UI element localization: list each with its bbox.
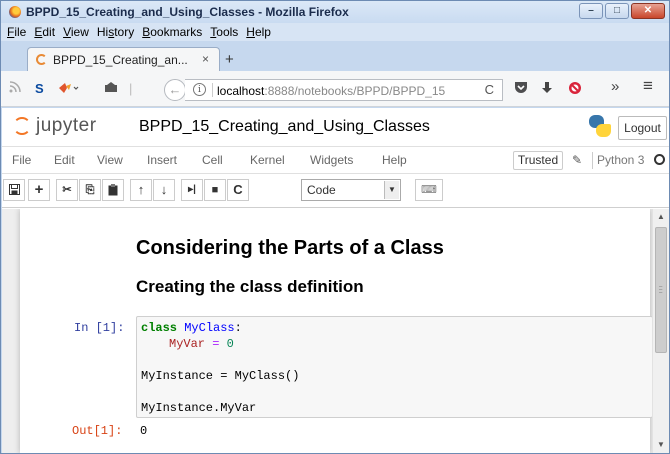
- tab-close-icon[interactable]: ×: [202, 52, 209, 66]
- menu-edit[interactable]: Edit: [34, 23, 55, 41]
- menu-history[interactable]: History: [97, 23, 134, 41]
- close-icon: ✕: [643, 5, 653, 16]
- output-prompt: Out[1]:: [72, 424, 123, 438]
- code-line-1: class MyClass:: [141, 321, 242, 335]
- notebook-area: Considering the Parts of a Class Creatin…: [2, 209, 669, 453]
- rss-icon[interactable]: [9, 81, 21, 97]
- pocket-icon[interactable]: [514, 81, 528, 98]
- copy-button[interactable]: ⎘: [79, 179, 101, 201]
- dropdown-arrow-icon: ▼: [384, 181, 399, 199]
- jmenu-cell[interactable]: Cell: [202, 153, 223, 167]
- cell-output: 0: [140, 424, 148, 438]
- navigation-bar: S | ← i localhost:8888/notebooks/BPPD/BP…: [1, 71, 669, 107]
- menu-view[interactable]: View: [63, 23, 89, 41]
- menu-file[interactable]: File: [7, 23, 26, 41]
- url-separator: [212, 83, 213, 97]
- code-line-2: MyVar = 0: [169, 337, 234, 351]
- block-icon[interactable]: [568, 81, 582, 99]
- window-controls: – □ ✕: [579, 3, 665, 19]
- inbox-icon[interactable]: [104, 81, 118, 97]
- firefox-window: BPPD_15_Creating_and_Using_Classes - Moz…: [0, 0, 670, 454]
- logout-button[interactable]: Logout: [618, 116, 667, 140]
- jmenu-help[interactable]: Help: [382, 153, 407, 167]
- scroll-up-icon[interactable]: ▲: [653, 209, 669, 225]
- code-cell-input[interactable]: class MyClass: MyVar = 0 MyInstance = My…: [136, 316, 653, 418]
- jmenu-widgets[interactable]: Widgets: [310, 153, 353, 167]
- kernel-status-icon: [654, 154, 665, 165]
- paste-button[interactable]: [102, 179, 124, 201]
- maximize-button[interactable]: □: [605, 3, 629, 19]
- save-button[interactable]: [3, 179, 25, 201]
- loading-spinner-icon: [36, 54, 47, 65]
- firefox-logo-icon: [9, 6, 21, 18]
- minimize-button[interactable]: –: [579, 3, 603, 19]
- url-bar[interactable]: i localhost:8888/notebooks/BPPD/BPPD_15 …: [185, 79, 503, 101]
- markdown-heading-2: Creating the class definition: [136, 277, 364, 296]
- maximize-icon: □: [613, 5, 621, 16]
- pencil-icon[interactable]: ✎: [572, 153, 582, 167]
- new-tab-button[interactable]: +: [225, 52, 234, 67]
- menu-bookmarks[interactable]: Bookmarks: [142, 23, 202, 41]
- insert-cell-button[interactable]: +: [28, 179, 50, 201]
- stop-button[interactable]: ■: [204, 179, 226, 201]
- browser-menu-bar: File Edit View History Bookmarks Tools H…: [1, 23, 669, 41]
- jupyter-toolbar: + ✂ ⎘ ↑ ↓ ▸| ■ C Code ▼ ⌨: [2, 174, 669, 208]
- minimize-icon: –: [588, 5, 594, 16]
- separator: |: [129, 81, 133, 96]
- cut-button[interactable]: ✂: [56, 179, 78, 201]
- scrollbar-grip-icon: – – –: [659, 284, 663, 296]
- info-icon[interactable]: i: [193, 83, 206, 96]
- overflow-icon[interactable]: »: [611, 79, 619, 95]
- title-bar: BPPD_15_Creating_and_Using_Classes - Moz…: [1, 1, 669, 23]
- jmenu-kernel[interactable]: Kernel: [250, 153, 285, 167]
- jupyter-logo-icon[interactable]: [13, 117, 31, 135]
- run-button[interactable]: ▸|: [181, 179, 203, 201]
- jupyter-header: jupyter BPPD_15_Creating_and_Using_Class…: [2, 108, 669, 146]
- notebook-container: Considering the Parts of a Class Creatin…: [20, 209, 653, 453]
- cell-type-select[interactable]: Code ▼: [301, 179, 401, 201]
- input-prompt: In [1]:: [74, 321, 125, 335]
- move-up-button[interactable]: ↑: [130, 179, 152, 201]
- vertical-scrollbar[interactable]: ▲ – – – ▼: [652, 209, 669, 453]
- scrollbar-thumb[interactable]: – – –: [655, 227, 667, 353]
- menu-tools[interactable]: Tools: [210, 23, 238, 41]
- back-button[interactable]: ←: [164, 79, 186, 101]
- window-title: BPPD_15_Creating_and_Using_Classes - Moz…: [26, 5, 349, 19]
- close-window-button[interactable]: ✕: [631, 3, 665, 19]
- download-icon[interactable]: [541, 81, 553, 99]
- kernel-separator: [592, 152, 593, 169]
- scroll-down-icon[interactable]: ▼: [653, 437, 669, 453]
- jupyter-logo-text[interactable]: jupyter: [36, 115, 97, 137]
- code-line-4: MyInstance.MyVar: [141, 401, 257, 415]
- addon-icon[interactable]: [57, 81, 79, 99]
- jupyter-menu-bar: File Edit View Insert Cell Kernel Widget…: [2, 146, 669, 174]
- tab-title: BPPD_15_Creating_an...: [53, 53, 188, 67]
- jmenu-insert[interactable]: Insert: [147, 153, 177, 167]
- reload-icon[interactable]: C: [485, 82, 494, 97]
- jmenu-view[interactable]: View: [97, 153, 123, 167]
- url-text: localhost:8888/notebooks/BPPD/BPPD_15: [217, 84, 446, 98]
- markdown-heading-1: Considering the Parts of a Class: [136, 237, 444, 259]
- kernel-name: Python 3: [597, 153, 645, 167]
- hamburger-menu-icon[interactable]: ≡: [643, 77, 653, 94]
- keyboard-icon[interactable]: ⌨: [415, 179, 443, 201]
- cell-type-value: Code: [307, 183, 336, 197]
- back-arrow-icon: ←: [168, 82, 182, 97]
- move-down-button[interactable]: ↓: [153, 179, 175, 201]
- trusted-badge[interactable]: Trusted: [513, 151, 563, 170]
- notebook-name[interactable]: BPPD_15_Creating_and_Using_Classes: [139, 118, 430, 136]
- restart-button[interactable]: C: [227, 179, 249, 201]
- tab-notebook[interactable]: BPPD_15_Creating_an... ×: [27, 47, 220, 71]
- web-page: jupyter BPPD_15_Creating_and_Using_Class…: [2, 108, 669, 453]
- skype-icon[interactable]: S: [35, 81, 44, 97]
- menu-help[interactable]: Help: [246, 23, 271, 41]
- jmenu-edit[interactable]: Edit: [54, 153, 75, 167]
- python-logo-icon: [589, 115, 611, 137]
- jmenu-file[interactable]: File: [12, 153, 31, 167]
- code-line-3: MyInstance = MyClass(): [141, 369, 300, 383]
- tab-strip: BPPD_15_Creating_an... × +: [1, 41, 669, 71]
